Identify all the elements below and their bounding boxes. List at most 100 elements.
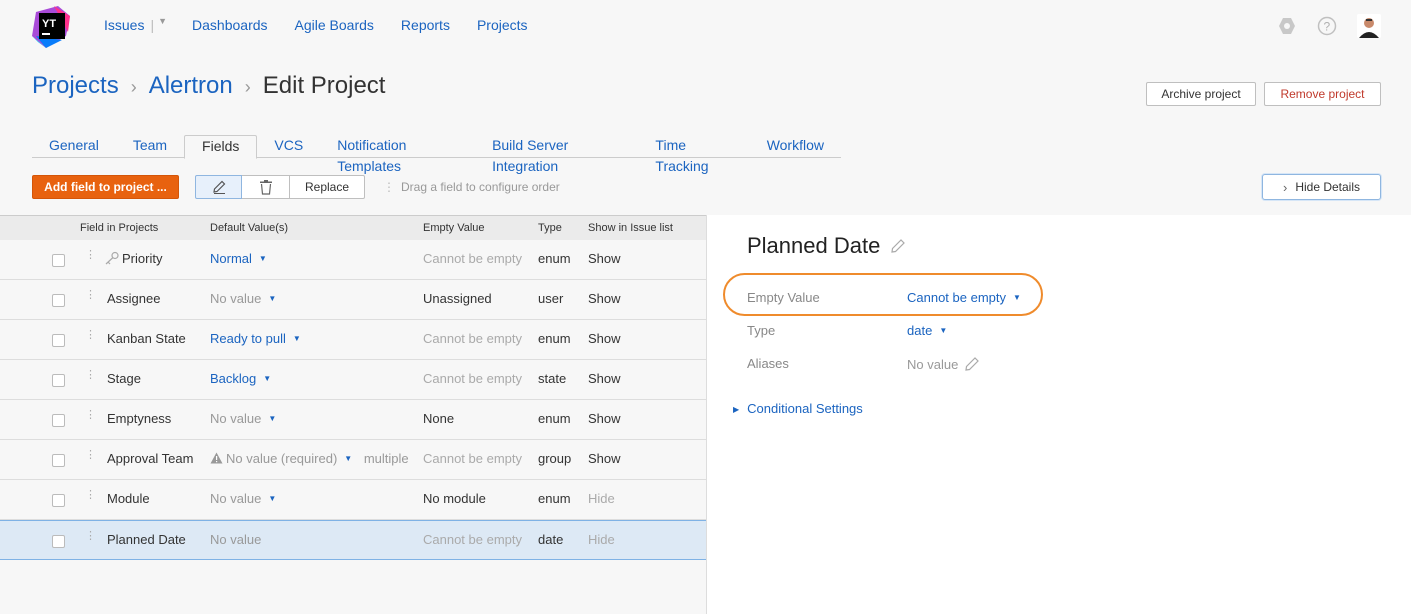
empty-value[interactable]: Cannot be empty (423, 451, 522, 466)
show-in-list[interactable]: Show (588, 411, 621, 426)
field-details-panel: Planned Date Empty Value Cannot be empty… (706, 215, 1411, 614)
default-value[interactable]: No value ▼ (210, 291, 276, 306)
remove-project-button[interactable]: Remove project (1264, 82, 1381, 106)
row-checkbox[interactable] (52, 454, 65, 467)
default-value[interactable]: No value (required) ▼ multiple (210, 451, 409, 466)
empty-value[interactable]: No module (423, 491, 486, 506)
table-row-selected[interactable]: ⋮ Planned Date No value Cannot be empty … (0, 520, 706, 560)
tab-notification-templates[interactable]: Notification Templates (320, 135, 475, 174)
col-type[interactable]: Type (538, 222, 562, 234)
table-row[interactable]: ⋮ Kanban State Ready to pull ▼ Cannot be … (0, 320, 706, 360)
hide-details-button[interactable]: › Hide Details (1262, 174, 1381, 200)
default-value[interactable]: No value ▼ (210, 411, 276, 426)
row-checkbox[interactable] (52, 414, 65, 427)
row-checkbox[interactable] (52, 294, 65, 307)
field-type: state (538, 371, 567, 386)
hide-details-label: Hide Details (1295, 180, 1361, 194)
field-name-text: Priority (122, 251, 163, 266)
empty-value[interactable]: Cannot be empty (423, 371, 522, 386)
col-show[interactable]: Show in Issue list (588, 222, 673, 234)
table-row[interactable]: ⋮ Module No value ▼ No module enum Hide (0, 480, 706, 520)
show-in-list[interactable]: Show (588, 451, 621, 466)
aliases-value[interactable]: No value (907, 356, 980, 372)
show-in-list[interactable]: Hide (588, 491, 615, 506)
replace-button[interactable]: Replace (290, 175, 365, 199)
multiple-label: multiple (363, 451, 409, 466)
show-in-list[interactable]: Show (588, 291, 621, 306)
edit-aliases-pencil-icon[interactable] (964, 356, 980, 372)
tab-vcs[interactable]: VCS (257, 135, 320, 158)
nav-dashboards[interactable]: Dashboards (192, 17, 268, 33)
field-type: user (538, 291, 564, 306)
user-avatar[interactable] (1357, 14, 1381, 38)
drag-handle-icon[interactable]: ⋮ (85, 490, 96, 501)
drag-handle-icon[interactable]: ⋮ (85, 330, 96, 341)
tab-general[interactable]: General (32, 135, 116, 158)
nav-issues[interactable]: Issues (104, 17, 144, 33)
show-in-list[interactable]: Hide (588, 532, 615, 547)
col-default[interactable]: Default Value(s) (210, 222, 288, 234)
breadcrumb-projects[interactable]: Projects (32, 72, 119, 100)
table-row[interactable]: ⋮ Priority Normal ▼ Cannot be empty enum … (0, 240, 706, 280)
drag-handle-icon[interactable]: ⋮ (85, 370, 96, 381)
empty-value[interactable]: None (423, 411, 454, 426)
trash-icon (259, 180, 272, 195)
empty-value[interactable]: Cannot be empty (423, 251, 522, 266)
default-value-text: Ready to pull (210, 331, 286, 346)
tab-fields[interactable]: Fields (184, 135, 258, 159)
table-row[interactable]: ⋮ Emptyness No value ▼ None enum Show (0, 400, 706, 440)
default-value[interactable]: No value ▼ (210, 491, 276, 506)
page-title: Edit Project (262, 72, 386, 99)
dropdown-arrow-icon: ▼ (268, 414, 277, 423)
empty-value[interactable]: Cannot be empty (423, 331, 522, 346)
nav-reports[interactable]: Reports (401, 17, 450, 33)
tab-time-tracking[interactable]: Time Tracking (638, 135, 749, 174)
table-row[interactable]: ⋮ Approval Team No value (required) ▼ mul… (0, 440, 706, 480)
show-in-list[interactable]: Show (588, 371, 621, 386)
tab-build-server-integration[interactable]: Build Server Integration (475, 135, 638, 174)
archive-project-button[interactable]: Archive project (1146, 82, 1256, 106)
drag-handle-icon[interactable]: ⋮ (85, 531, 96, 542)
help-icon[interactable]: ? (1317, 16, 1337, 36)
row-checkbox[interactable] (52, 494, 65, 507)
settings-icon[interactable] (1277, 16, 1297, 36)
default-value-text: No value (210, 291, 262, 306)
empty-value-dropdown[interactable]: Cannot be empty ▼ (907, 290, 1021, 305)
table-row[interactable]: ⋮ Stage Backlog ▼ Cannot be empty state S… (0, 360, 706, 400)
issues-dropdown-icon[interactable]: ▼ (158, 16, 167, 32)
default-value[interactable]: No value (210, 532, 261, 547)
show-in-list[interactable]: Show (588, 331, 621, 346)
show-in-list[interactable]: Show (588, 251, 621, 266)
empty-value[interactable]: Unassigned (423, 291, 492, 306)
nav-agile-boards[interactable]: Agile Boards (295, 17, 374, 33)
add-field-button[interactable]: Add field to project ... (32, 175, 179, 199)
row-checkbox[interactable] (52, 535, 65, 548)
edit-button[interactable] (195, 175, 242, 199)
nav-projects[interactable]: Projects (477, 17, 528, 33)
type-label: Type (747, 323, 776, 338)
table-row[interactable]: ⋮ Assignee No value ▼ Unassigned user Sho… (0, 280, 706, 320)
drag-handle-icon[interactable]: ⋮ (85, 450, 96, 461)
delete-button[interactable] (242, 175, 290, 199)
drag-handle-icon[interactable]: ⋮ (85, 250, 96, 261)
youtrack-logo[interactable]: YT (32, 6, 72, 48)
default-value[interactable]: Backlog ▼ (210, 371, 271, 386)
drag-handle-icon[interactable]: ⋮ (85, 290, 96, 301)
svg-text:?: ? (1324, 20, 1331, 34)
row-checkbox[interactable] (52, 374, 65, 387)
conditional-settings-toggle[interactable]: ▶ Conditional Settings (733, 401, 863, 416)
tab-team[interactable]: Team (116, 135, 184, 158)
empty-value-text: Cannot be empty (907, 290, 1007, 305)
default-value[interactable]: Normal ▼ (210, 251, 267, 266)
row-checkbox[interactable] (52, 254, 65, 267)
col-empty[interactable]: Empty Value (423, 222, 485, 234)
col-field[interactable]: Field in Projects (80, 222, 158, 234)
breadcrumb-project[interactable]: Alertron (149, 72, 233, 100)
drag-handle-icon[interactable]: ⋮ (85, 410, 96, 421)
type-dropdown[interactable]: date ▼ (907, 323, 947, 338)
row-checkbox[interactable] (52, 334, 65, 347)
tab-workflow[interactable]: Workflow (750, 135, 841, 158)
edit-title-pencil-icon[interactable] (890, 238, 906, 254)
empty-value[interactable]: Cannot be empty (423, 532, 522, 547)
default-value[interactable]: Ready to pull ▼ (210, 331, 301, 346)
